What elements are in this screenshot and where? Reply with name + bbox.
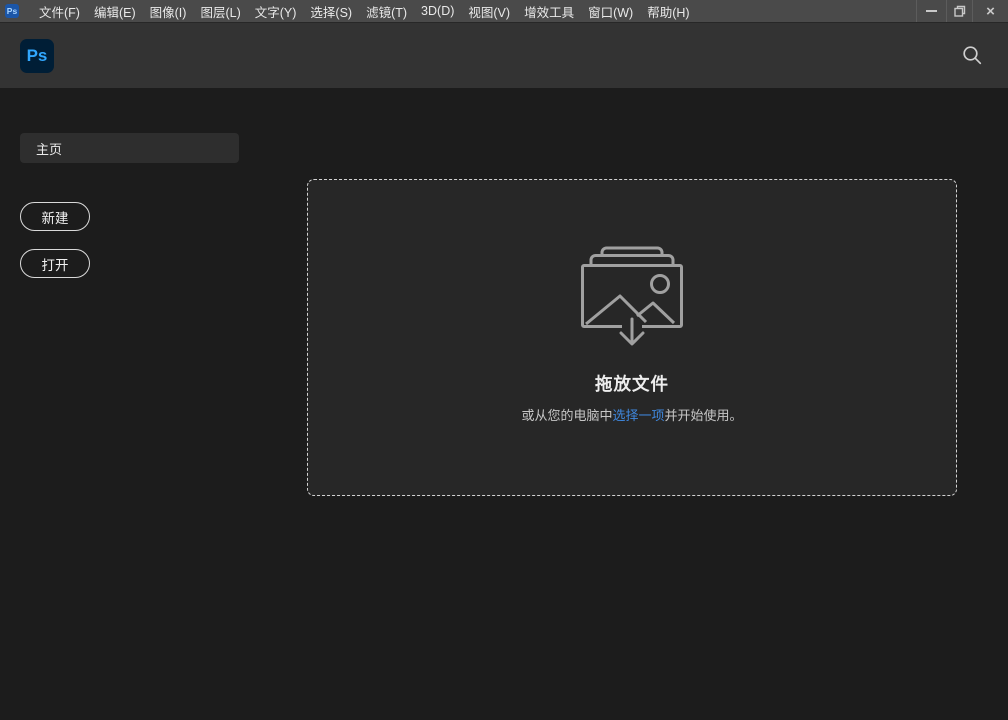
restore-button[interactable] — [946, 0, 972, 22]
menu-bar: 文件(F) 编辑(E) 图像(I) 图层(L) 文字(Y) 选择(S) 滤镜(T… — [32, 0, 697, 22]
image-stack-download-icon — [580, 245, 684, 349]
open-file-button[interactable]: 打开 — [20, 249, 90, 278]
menu-view[interactable]: 视图(V) — [461, 0, 517, 22]
menu-edit[interactable]: 编辑(E) — [87, 0, 143, 22]
menu-filter[interactable]: 滤镜(T) — [359, 0, 414, 22]
menu-file[interactable]: 文件(F) — [32, 0, 87, 22]
app-header: Ps — [0, 23, 1008, 88]
sidebar-item-home[interactable]: 主页 — [20, 133, 239, 163]
restore-icon — [954, 5, 966, 17]
menu-type[interactable]: 文字(Y) — [248, 0, 304, 22]
subtitle-suffix: 并开始使用。 — [665, 408, 743, 423]
home-label: 主页 — [36, 139, 62, 158]
menu-select[interactable]: 选择(S) — [303, 0, 359, 22]
menu-3d[interactable]: 3D(D) — [414, 0, 461, 22]
app-icon: Ps — [5, 4, 19, 18]
minimize-button[interactable] — [916, 0, 946, 22]
new-file-button[interactable]: 新建 — [20, 202, 90, 231]
titlebar: Ps 文件(F) 编辑(E) 图像(I) 图层(L) 文字(Y) 选择(S) 滤… — [0, 0, 1008, 23]
close-button[interactable]: × — [972, 0, 1008, 22]
close-icon: × — [986, 4, 995, 19]
search-button[interactable] — [958, 42, 986, 70]
file-dropzone[interactable]: 拖放文件 或从您的电脑中选择一项并开始使用。 — [307, 179, 957, 496]
search-icon — [962, 45, 983, 66]
menu-image[interactable]: 图像(I) — [143, 0, 194, 22]
menu-plugins[interactable]: 增效工具 — [517, 0, 581, 22]
subtitle-prefix: 或从您的电脑中 — [521, 408, 612, 423]
minimize-icon — [926, 10, 937, 12]
window-controls: × — [916, 0, 1008, 22]
menu-layer[interactable]: 图层(L) — [193, 0, 247, 22]
menu-window[interactable]: 窗口(W) — [581, 0, 640, 22]
dropzone-title: 拖放文件 — [595, 371, 669, 396]
photoshop-logo: Ps — [20, 39, 54, 73]
select-file-link[interactable]: 选择一项 — [612, 408, 664, 423]
menu-help[interactable]: 帮助(H) — [640, 0, 696, 22]
home-screen: 主页 新建 打开 拖放文件 或从您的电脑中选择一项并开始使用。 — [0, 88, 1008, 719]
dropzone-subtitle: 或从您的电脑中选择一项并开始使用。 — [521, 405, 742, 424]
